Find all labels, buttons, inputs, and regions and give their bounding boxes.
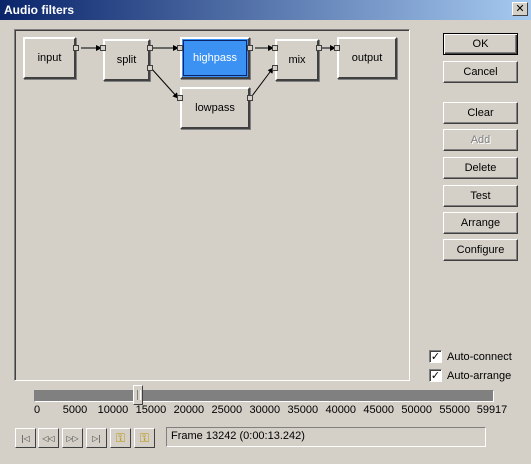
key-previous-icon[interactable]: ⚿ — [110, 428, 131, 448]
filter-graph-canvas[interactable]: input split highpass mix output lowpass — [14, 29, 410, 381]
filter-node-lowpass[interactable]: lowpass — [177, 87, 253, 129]
input-pin[interactable] — [100, 45, 106, 51]
timeline-tick-label: 5000 — [62, 404, 88, 416]
auto-connect-checkbox[interactable]: ✓ — [429, 350, 442, 363]
auto-arrange-option[interactable]: ✓ Auto-arrange — [429, 369, 511, 382]
timeline-tick-label: 30000 — [249, 404, 281, 416]
timeline-tick-labels: 0 5000 10000 15000 20000 25000 30000 35000 40000… — [0, 404, 531, 420]
input-pin[interactable] — [177, 45, 183, 51]
timeline-track[interactable] — [34, 390, 494, 402]
filter-node-mix[interactable]: mix — [272, 39, 322, 81]
auto-arrange-checkbox[interactable]: ✓ — [429, 369, 442, 382]
cancel-button[interactable]: Cancel — [443, 61, 518, 83]
timeline-tick-label: 59917 — [476, 404, 508, 416]
arrange-button[interactable]: Arrange — [443, 212, 518, 234]
input-pin[interactable] — [177, 95, 183, 101]
output-pin[interactable] — [73, 45, 79, 51]
filter-node-input[interactable]: input — [23, 37, 79, 79]
filter-node-label: lowpass — [195, 102, 235, 114]
timeline-tick-label: 35000 — [287, 404, 319, 416]
input-pin[interactable] — [334, 45, 340, 51]
timeline-slider-thumb[interactable] — [132, 385, 143, 405]
timeline-tick-label: 10000 — [97, 404, 129, 416]
delete-button[interactable]: Delete — [443, 157, 518, 179]
clear-button[interactable]: Clear — [443, 102, 518, 124]
window-title: Audio filters — [4, 3, 75, 17]
filter-node-label: mix — [288, 54, 306, 66]
output-pin[interactable] — [247, 95, 253, 101]
timeline-tick-label: 45000 — [363, 404, 395, 416]
timeline-tick-label: 15000 — [135, 404, 167, 416]
test-button[interactable]: Test — [443, 185, 518, 207]
timeline-tick-label: 55000 — [439, 404, 470, 416]
output-pin[interactable] — [147, 45, 153, 51]
filter-node-label: input — [37, 52, 62, 64]
close-icon[interactable]: ✕ — [512, 2, 528, 16]
add-button[interactable]: Add — [443, 129, 518, 151]
output-pin[interactable] — [247, 45, 253, 51]
step-forward-icon[interactable]: ▷▷ — [62, 428, 83, 448]
timeline-tick-label: 50000 — [401, 404, 432, 416]
input-pin[interactable] — [272, 65, 278, 71]
filter-connections — [81, 45, 336, 101]
timeline-tick-label: 20000 — [173, 404, 205, 416]
filter-node-label: output — [351, 52, 383, 64]
connection-split-lowpass — [150, 67, 179, 99]
filter-node-output[interactable]: output — [334, 37, 397, 79]
timeline-tick-label: 0 — [33, 404, 41, 416]
auto-connect-label: Auto-connect — [447, 350, 512, 363]
configure-button[interactable]: Configure — [443, 239, 518, 261]
step-back-icon[interactable]: ◁◁ — [38, 428, 59, 448]
frame-readout: Frame 13242 (0:00:13.242) — [166, 427, 486, 447]
filter-node-label: split — [116, 54, 137, 66]
input-pin[interactable] — [272, 45, 278, 51]
filter-node-label: highpass — [192, 52, 238, 64]
output-pin[interactable] — [147, 65, 153, 71]
timeline-tick-label: 40000 — [325, 404, 357, 416]
go-to-start-icon[interactable]: |◁ — [15, 428, 36, 448]
filter-node-split[interactable]: split — [100, 39, 153, 81]
go-to-end-icon[interactable]: ▷| — [86, 428, 107, 448]
auto-connect-option[interactable]: ✓ Auto-connect — [429, 350, 512, 363]
ok-button[interactable]: OK — [443, 33, 518, 55]
output-pin[interactable] — [316, 45, 322, 51]
auto-arrange-label: Auto-arrange — [447, 369, 512, 382]
key-next-icon[interactable]: ⚿ — [134, 428, 155, 448]
title-bar: Audio filters ✕ — [0, 0, 531, 20]
filter-node-highpass[interactable]: highpass — [177, 37, 253, 79]
timeline-tick-label: 25000 — [211, 404, 243, 416]
